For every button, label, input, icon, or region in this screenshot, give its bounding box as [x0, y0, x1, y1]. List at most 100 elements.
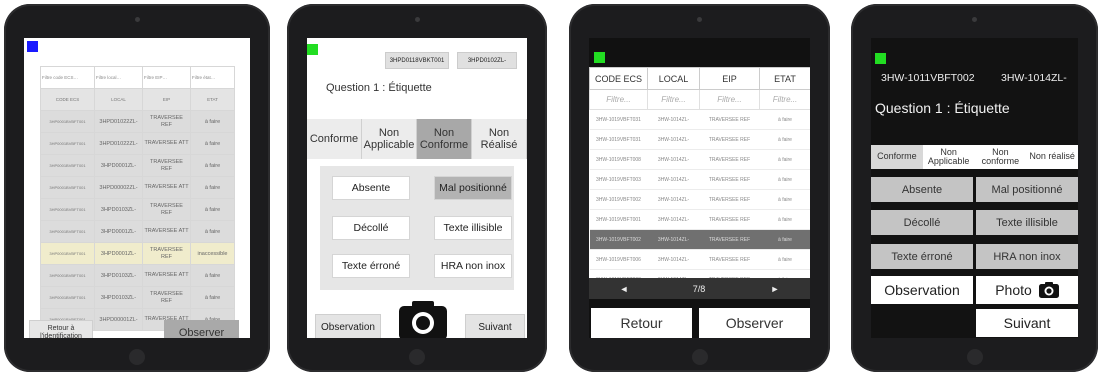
table-row[interactable]: 3HW-1019VBFT0033HW-1014ZL-TRAVERSEE REFà… — [589, 169, 810, 190]
option-hra-non-inox[interactable]: HRA non inox — [976, 244, 1078, 269]
home-button[interactable] — [129, 349, 145, 365]
table-row[interactable]: 3HW-1019VBFT006 3HW-1014ZL- TRAVERSEE REF à… — [589, 249, 810, 270]
table-row[interactable]: 3HP0001BVBFT001 3HPD0001ZL- TRAVERSEE ATT à… — [40, 220, 235, 243]
camera-icon — [1038, 282, 1059, 298]
observe-button[interactable]: Observer — [699, 308, 810, 338]
status-square — [27, 41, 38, 52]
header-code[interactable]: CODE ECS — [40, 88, 95, 111]
header-etat[interactable]: ETAT — [759, 67, 810, 90]
local-code-tag: 3HPD0102ZL- — [457, 52, 517, 69]
cell-code: 3HP0001BVBFT001 — [40, 110, 95, 133]
table-row[interactable]: 3HW-1019VBFT001 3HW-1014ZL- TRAVERSEE REF à… — [589, 209, 810, 230]
next-button[interactable]: Suivant — [976, 309, 1078, 337]
home-button[interactable] — [966, 349, 983, 365]
table-row[interactable]: 3HW-1019VBFT031 3HW-1014ZL- TRAVERSEE REF à… — [589, 129, 810, 150]
cell-local: 3HW-1014ZL- — [647, 149, 700, 170]
header-code[interactable]: CODE ECS — [589, 67, 648, 90]
home-button[interactable] — [691, 349, 708, 365]
option-mal-positionne[interactable]: Mal positionné — [434, 176, 512, 200]
cell-eip: TRAVERSEE ATT — [142, 176, 191, 199]
filter-local[interactable]: Filtre local… — [94, 66, 143, 89]
camera-icon[interactable] — [397, 301, 449, 338]
cell-code: 3HP0001BVBFT001 — [40, 242, 95, 265]
filter-etat[interactable]: Filtre état… — [190, 66, 235, 89]
back-button[interactable]: Retour — [591, 308, 692, 338]
header-row: CODE ECS LOCAL EIP ETAT — [589, 67, 810, 90]
table-row[interactable]: 3HP0001BVBFT001 3HPD01022ZL- TRAVERSEE ATT… — [40, 132, 235, 155]
filter-row: Filtre... Filtre... Filtre... Filtre... — [589, 89, 810, 110]
tab-non-conforme[interactable]: Non Conforme — [417, 119, 472, 159]
cell-eip: TRAVERSEE REF — [699, 189, 760, 210]
tab-non-realise[interactable]: Non Réalisé — [472, 119, 527, 159]
table-row[interactable]: 3HP0001BVBFT001 3HPD00002ZL- TRAVERSEE ATT… — [40, 176, 235, 199]
filter-eip[interactable]: Filtre EIP… — [142, 66, 191, 89]
header-local[interactable]: LOCAL — [647, 67, 700, 90]
table-row[interactable]: 3HP0001BVBFT001 3HPD0103ZL- TRAVERSEE ATT à… — [40, 264, 235, 287]
table-row-selected[interactable]: 3HP0001BVBFT001 3HPD0001ZL- TRAVERSEE REF i… — [40, 242, 235, 265]
header-eip[interactable]: EIP — [142, 88, 191, 111]
table-row[interactable]: 3HP0001BVBFT001 3HPD0103ZL- TRAVERSEE REF à… — [40, 198, 235, 221]
next-page-button[interactable]: ► — [740, 278, 810, 299]
tab-non-applicable[interactable]: Non Applicable — [922, 145, 975, 169]
tablet-2: 3HPD0118VBKT001 3HPD0102ZL- Question 1 :… — [287, 4, 547, 372]
observation-button[interactable]: Observation — [315, 314, 381, 338]
tab-conforme[interactable]: Conforme — [307, 119, 362, 159]
screen-question-light: 3HPD0118VBKT001 3HPD0102ZL- Question 1 :… — [307, 38, 527, 338]
option-absente[interactable]: Absente — [332, 176, 410, 200]
camera-dot — [697, 17, 702, 22]
option-absente[interactable]: Absente — [871, 177, 973, 202]
option-decolle[interactable]: Décollé — [332, 216, 410, 240]
option-texte-illisible[interactable]: Texte illisible — [434, 216, 512, 240]
cell-etat: à faire — [190, 286, 235, 309]
option-decolle[interactable]: Décollé — [871, 210, 973, 235]
table-row[interactable]: 3HP0001BVBFT001 3HPD01022ZL- TRAVERSEE REF… — [40, 110, 235, 133]
equipment-code: 3HW-1011VBFT002 — [881, 72, 975, 84]
cell-etat: à faire — [190, 220, 235, 243]
observe-button[interactable]: Observer — [164, 320, 239, 338]
header-eip[interactable]: EIP — [699, 67, 760, 90]
filter-local[interactable]: Filtre... — [647, 89, 700, 110]
table-row[interactable]: 3HP0001BVBFT001 3HPD0001ZL- TRAVERSEE REF à… — [40, 154, 235, 177]
table-row[interactable]: 3HP0001BVBFT001 3HPD0103ZL- TRAVERSEE REF à… — [40, 286, 235, 309]
header-etat[interactable]: ETAT — [190, 88, 235, 111]
status-square — [875, 53, 886, 64]
back-to-identification-button[interactable]: Retour à l'identification — [29, 320, 93, 338]
cell-code: 3HW-1019VBFT003 — [589, 169, 648, 190]
table-row[interactable]: 3HW-1019VBFT002 3HW-1014ZL- TRAVERSEE REF à… — [589, 189, 810, 210]
home-button[interactable] — [409, 349, 425, 365]
cell-local: 3HW-1014ZL- — [647, 189, 700, 210]
photo-button[interactable]: Photo — [976, 276, 1078, 304]
cell-local: 3HW-1014ZL- — [647, 129, 700, 150]
tab-non-applicable[interactable]: Non Applicable — [362, 119, 417, 159]
cell-local: 3HPD0103ZL- — [94, 198, 143, 221]
prev-page-button[interactable]: ◄ — [589, 278, 659, 299]
cell-etat: à faire — [759, 129, 810, 150]
cell-etat: inaccessible — [190, 242, 235, 265]
status-square — [307, 44, 318, 55]
option-texte-errone[interactable]: Texte érroné — [332, 254, 410, 278]
cell-local: 3HPD0001ZL- — [94, 242, 143, 265]
cell-etat: à faire — [190, 264, 235, 287]
cell-local: 3HPD0103ZL- — [94, 264, 143, 287]
observation-button[interactable]: Observation — [871, 276, 973, 304]
option-texte-errone[interactable]: Texte érroné — [871, 244, 973, 269]
tab-non-realise[interactable]: Non réalisé — [1026, 145, 1078, 169]
cell-code: 3HP0001BVBFT001 — [40, 132, 95, 155]
table-row[interactable]: 3HW-1019VBFT031 3HW-1014ZL- TRAVERSEE REF à… — [589, 109, 810, 130]
next-button[interactable]: Suivant — [465, 314, 525, 338]
option-mal-positionne[interactable]: Mal positionné — [976, 177, 1078, 202]
filter-code[interactable]: Filtre... — [589, 89, 648, 110]
table-row[interactable]: 3HW-1019VBFT008 3HW-1014ZL- TRAVERSEE REF à… — [589, 149, 810, 170]
cell-eip: TRAVERSEE ATT — [142, 264, 191, 287]
table-row-selected[interactable]: 3HW-1019VBFT002 3HW-1014ZL- TRAVERSEE REF à… — [589, 229, 810, 250]
tab-non-conforme[interactable]: Non conforme — [974, 145, 1027, 169]
option-texte-illisible[interactable]: Texte illisible — [976, 210, 1078, 235]
option-hra-non-inox[interactable]: HRA non inox — [434, 254, 512, 278]
inspection-table: Filtre code ECS… Filtre local… Filtre EI… — [40, 66, 235, 331]
tab-conforme[interactable]: Conforme — [871, 145, 923, 169]
header-local[interactable]: LOCAL — [94, 88, 143, 111]
screen-question-dark: 3HW-1011VBFT002 3HW-1014ZL- Question 1 :… — [871, 38, 1078, 338]
filter-etat[interactable]: Filtre... — [759, 89, 810, 110]
filter-code[interactable]: Filtre code ECS… — [40, 66, 95, 89]
filter-eip[interactable]: Filtre... — [699, 89, 760, 110]
